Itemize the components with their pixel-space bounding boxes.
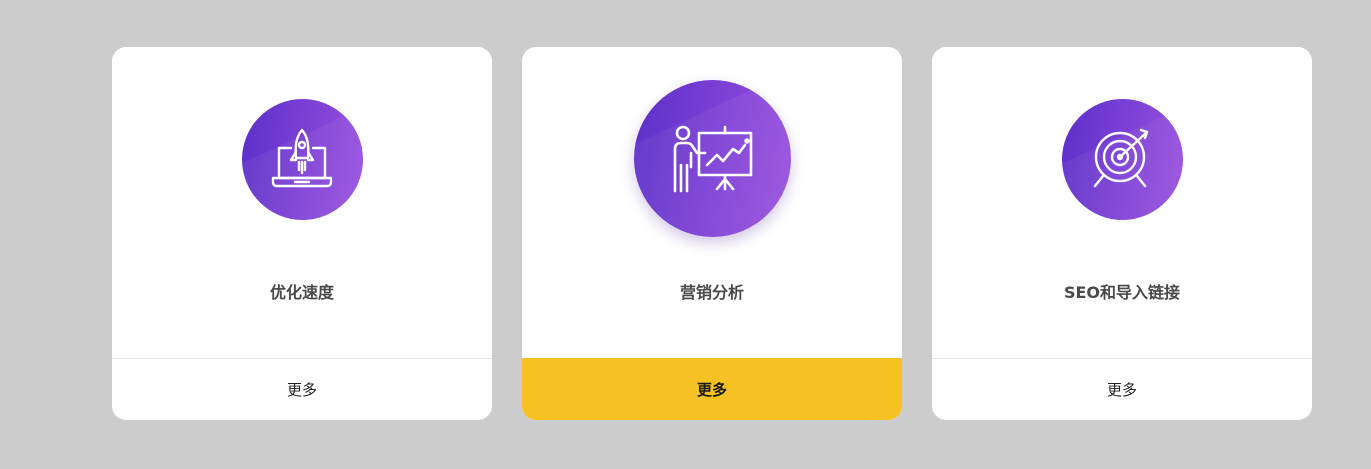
icon-circle <box>633 79 791 237</box>
card-title: 优化速度 <box>269 283 334 302</box>
feature-card-seo: SEO和导入链接 更多 <box>932 47 1312 420</box>
feature-cards: 优化速度 更多 营销分析 更多 SEO和导入链接 更多 <box>112 47 1312 420</box>
icon-wrapper <box>112 98 492 220</box>
rocket-laptop-icon <box>271 128 333 188</box>
more-button[interactable]: 更多 <box>932 358 1312 420</box>
icon-circle <box>241 98 363 220</box>
feature-card-marketing: 营销分析 更多 <box>522 47 902 420</box>
icon-wrapper <box>522 79 902 237</box>
card-title: SEO和导入链接 <box>1063 283 1181 302</box>
presentation-chart-icon <box>673 125 753 193</box>
feature-card-speed: 优化速度 更多 <box>112 47 492 420</box>
more-button[interactable]: 更多 <box>112 358 492 420</box>
more-button[interactable]: 更多 <box>522 358 902 420</box>
icon-circle <box>1061 98 1183 220</box>
target-arrow-icon <box>1093 128 1149 188</box>
icon-wrapper <box>932 98 1312 220</box>
card-title: 营销分析 <box>679 283 744 302</box>
